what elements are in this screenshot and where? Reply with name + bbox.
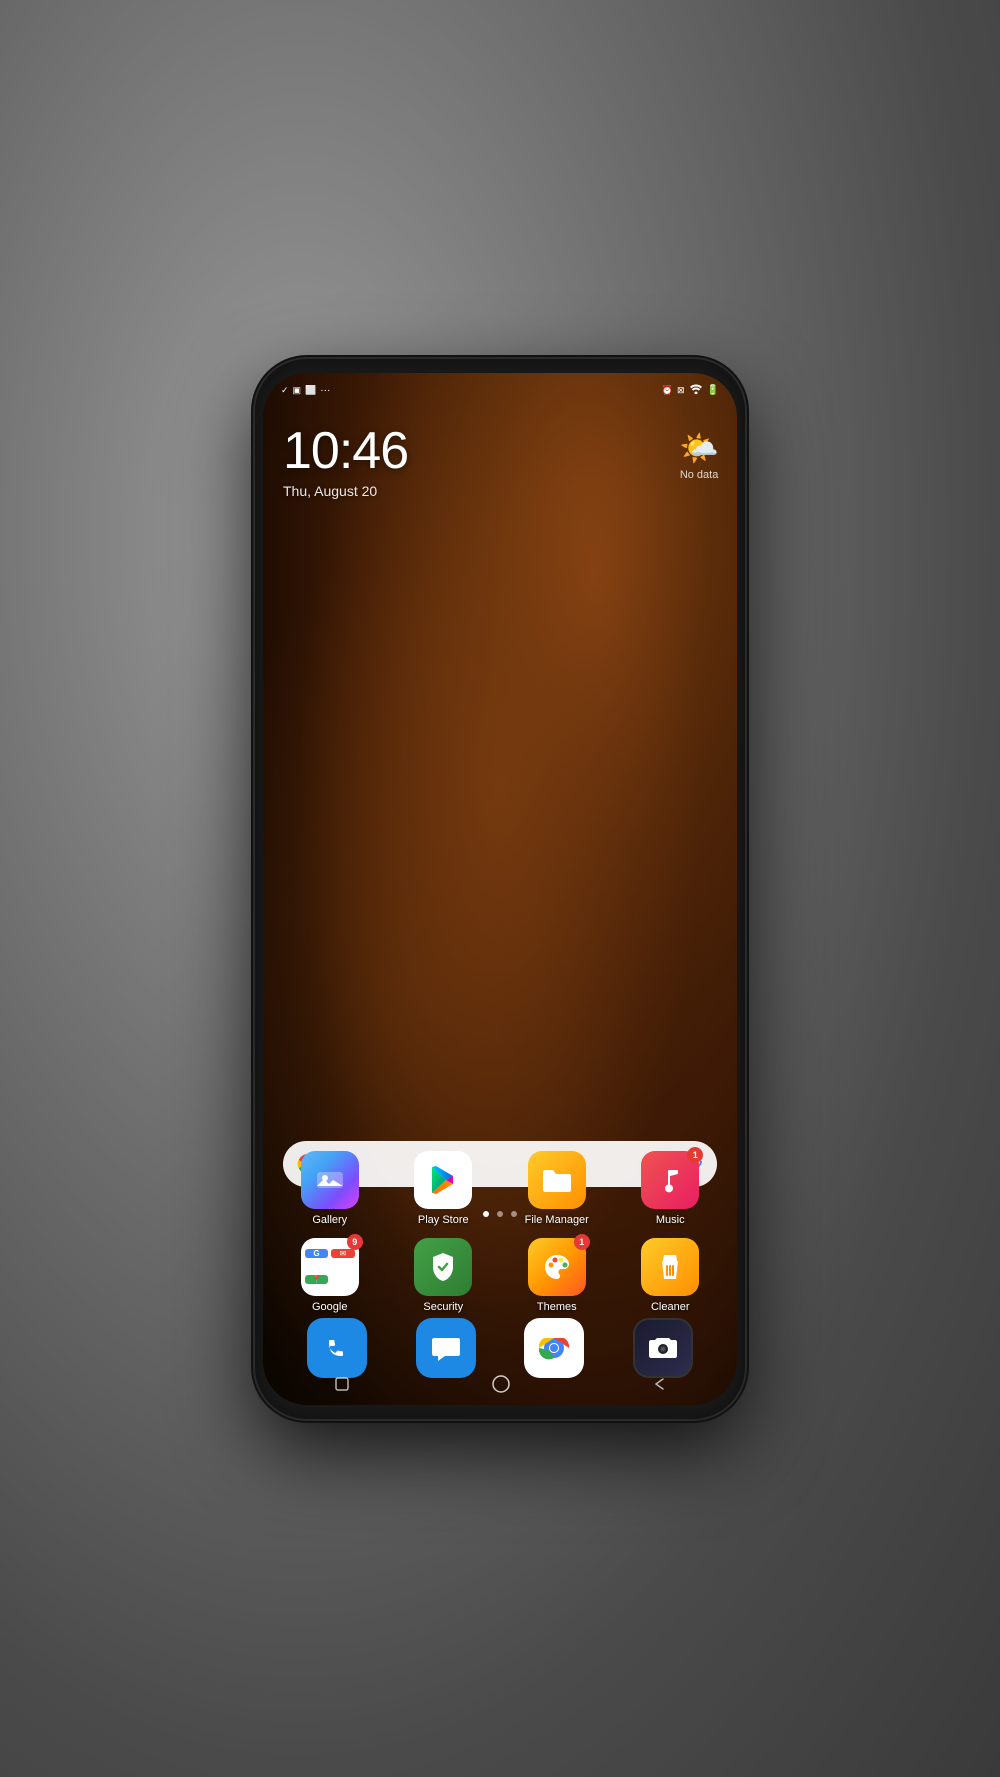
nav-bar (263, 1369, 737, 1405)
weather-icon: 🌤️ (679, 429, 719, 467)
themes-badge: 1 (574, 1234, 590, 1250)
weather-widget: 🌤️ No data (679, 429, 719, 481)
music-badge: 1 (687, 1147, 703, 1163)
playstore-icon (414, 1151, 472, 1209)
app-item-themes[interactable]: 1 Themes (517, 1238, 597, 1313)
status-left-icons: ✓ ▣ ⬜ ··· (281, 385, 330, 396)
app-item-security[interactable]: Security (403, 1238, 483, 1313)
nav-home-button[interactable] (492, 1375, 510, 1393)
page-dot-1[interactable] (483, 1211, 489, 1217)
page-dot-2[interactable] (497, 1211, 503, 1217)
status-notif-icon: ⬜ (305, 385, 316, 396)
music-icon: 1 (641, 1151, 699, 1209)
status-check-icon: ✓ (281, 385, 289, 396)
app-item-cleaner[interactable]: Cleaner (630, 1238, 710, 1313)
page-dot-3[interactable] (511, 1211, 517, 1217)
weather-text: No data (679, 469, 719, 481)
status-bar: ✓ ▣ ⬜ ··· ⏰ ⊠ 🔋 (263, 373, 737, 409)
status-sim-icon: ▣ (293, 385, 302, 396)
nav-back-button[interactable] (653, 1377, 665, 1391)
phone-screen: ✓ ▣ ⬜ ··· ⏰ ⊠ 🔋 (263, 373, 737, 1405)
google-icon: 9 G ✉ 📍 (301, 1238, 359, 1296)
phone-device: ✓ ▣ ⬜ ··· ⏰ ⊠ 🔋 (255, 359, 745, 1419)
themes-icon: 1 (528, 1238, 586, 1296)
page-dots (263, 1211, 737, 1217)
clock-time: 10:46 (283, 421, 408, 481)
filemanager-icon (528, 1151, 586, 1209)
app-item-google[interactable]: 9 G ✉ 📍 Google (290, 1238, 370, 1313)
cleaner-icon (641, 1238, 699, 1296)
wifi-icon (689, 384, 703, 397)
nav-recents-button[interactable] (335, 1377, 349, 1391)
gallery-icon (301, 1151, 359, 1209)
app-grid: Gallery (263, 1151, 737, 1325)
status-right-icons: ⏰ ⊠ 🔋 (662, 384, 719, 397)
screen-icon: ⊠ (677, 385, 685, 396)
clock-date: Thu, August 20 (283, 483, 408, 499)
google-badge: 9 (347, 1234, 363, 1250)
clock-area: 10:46 Thu, August 20 (283, 421, 408, 499)
battery-icon: 🔋 (707, 385, 719, 396)
status-dots-icon: ··· (320, 385, 330, 396)
security-icon (414, 1238, 472, 1296)
alarm-icon: ⏰ (662, 385, 673, 396)
app-row-2: 9 G ✉ 📍 Google (273, 1238, 727, 1313)
